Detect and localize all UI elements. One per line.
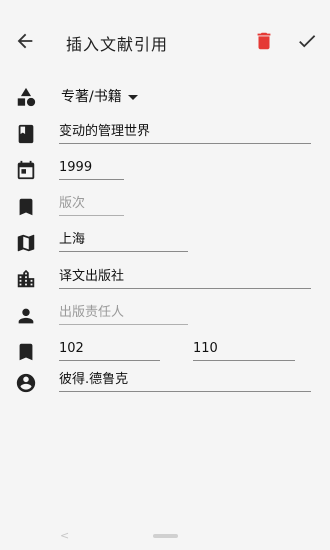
dropdown-arrow-icon	[127, 94, 138, 100]
back-arrow-icon[interactable]	[14, 30, 36, 52]
building-icon	[17, 269, 35, 288]
nav-back-icon[interactable]: <	[60, 529, 69, 542]
book-icon	[18, 124, 34, 144]
edition-bookmark-icon	[19, 198, 33, 216]
pages-bookmark-icon	[19, 343, 33, 361]
author-input[interactable]: 彼得.德鲁克	[59, 369, 311, 392]
title-input[interactable]: 变动的管理世界	[59, 121, 311, 144]
responsible-person-input[interactable]: 出版责任人	[59, 302, 188, 325]
reference-type-value: 专著/书籍	[61, 89, 122, 105]
app-bar: 插入文献引用	[0, 18, 330, 64]
page-title: 插入文献引用	[66, 35, 169, 54]
page-start-input[interactable]: 102	[59, 338, 160, 361]
edition-input[interactable]: 版次	[59, 193, 124, 216]
delete-icon[interactable]	[253, 30, 275, 52]
map-icon	[17, 234, 35, 252]
category-shapes-icon	[17, 87, 36, 107]
account-circle-icon	[16, 373, 36, 393]
calendar-icon	[17, 160, 35, 180]
reference-type-select[interactable]: 专著/书籍	[61, 86, 138, 106]
status-bar	[0, 0, 330, 18]
person-icon	[18, 308, 34, 324]
publisher-input[interactable]: 译文出版社	[59, 266, 311, 289]
confirm-check-icon[interactable]	[296, 30, 318, 52]
nav-home-pill[interactable]	[153, 534, 178, 538]
place-input[interactable]: 上海	[59, 229, 188, 252]
page-end-input[interactable]: 110	[193, 338, 295, 361]
year-input[interactable]: 1999	[59, 157, 124, 180]
system-nav-bar: <	[0, 524, 330, 550]
